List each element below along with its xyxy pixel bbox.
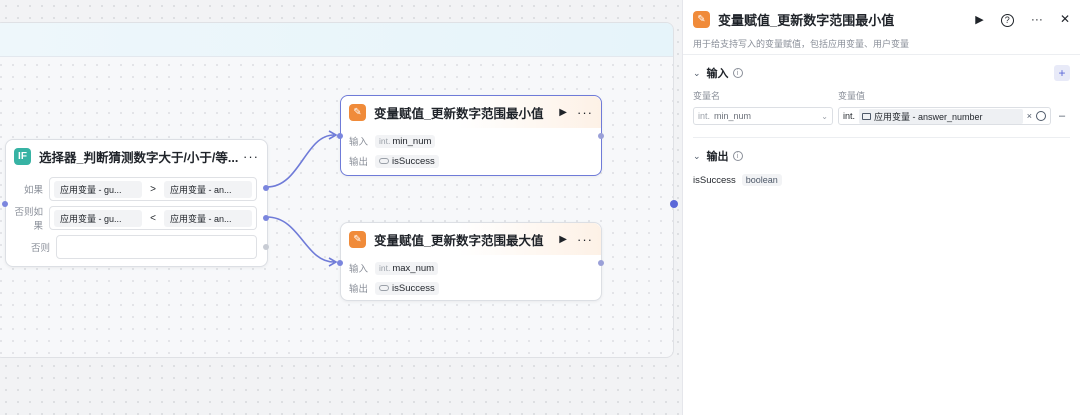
boolean-icon	[379, 158, 389, 164]
type-tag: int.	[843, 111, 856, 121]
condition-left: 应用变量 - gu...	[54, 209, 142, 227]
more-icon[interactable]: ···	[577, 232, 593, 247]
chevron-down-icon[interactable]: ⌄	[693, 151, 701, 162]
if-port[interactable]	[263, 185, 269, 191]
min-output-row: 输出 isSuccess	[341, 151, 601, 171]
edge-if-to-min	[266, 134, 335, 188]
remove-row-icon[interactable]: –	[1059, 110, 1065, 122]
input-section-title: 输入	[706, 68, 729, 80]
variable-assign-icon: ✎	[349, 103, 366, 121]
min-node-title: 变量赋值_更新数字范围最小值	[374, 106, 544, 121]
output-name: isSuccess	[392, 282, 435, 294]
input-name: max_num	[392, 262, 435, 274]
node-config-panel: ✎ 变量赋值_更新数字范围最小值 ▶ ? ··· ✕ 用于给支持写入的变量赋值，…	[682, 0, 1080, 415]
condition-row-elseif: 否则如果 应用变量 - gu... < 应用变量 - an...	[6, 206, 267, 232]
add-variable-button[interactable]: +	[1054, 65, 1070, 81]
column-header-value: 变量值	[838, 91, 866, 101]
variable-name-value: min_num	[714, 111, 752, 121]
max-input-port[interactable]	[337, 260, 343, 266]
variable-name-select[interactable]: int. min_num ⌄	[693, 107, 833, 125]
output-label: 输出	[349, 157, 369, 168]
play-icon[interactable]: ▶	[975, 13, 983, 26]
output-chip: isSuccess	[375, 154, 439, 168]
condition-right: 应用变量 - an...	[164, 209, 252, 227]
if-node-header: IF 选择器_判断猜测数字大于/小于/等... ···	[6, 140, 267, 172]
assign-min-node[interactable]: ✎ 变量赋值_更新数字范围最小值 ▶ ··· 输入 int. min_num 输…	[337, 95, 604, 176]
clear-icon[interactable]: ×	[1027, 111, 1032, 121]
help-icon[interactable]: ?	[1000, 13, 1014, 27]
output-name: isSuccess	[392, 155, 435, 167]
max-node-title: 变量赋值_更新数字范围最大值	[374, 233, 544, 248]
input-label: 输入	[349, 137, 369, 148]
condition-left: 应用变量 - gu...	[54, 180, 142, 198]
assign-max-node[interactable]: ✎ 变量赋值_更新数字范围最大值 ▶ ··· 输入 int. max_num 输…	[337, 222, 604, 301]
output-section-title: 输出	[706, 151, 729, 163]
variable-assign-icon: ✎	[349, 230, 366, 248]
panel-title: 变量赋值_更新数字范围最小值	[718, 12, 895, 28]
info-icon[interactable]: i	[732, 151, 743, 161]
type-tag: int.	[379, 136, 391, 146]
else-port[interactable]	[263, 244, 269, 250]
variable-value-field[interactable]: int. 应用变量 - answer_number ×	[838, 107, 1051, 125]
info-icon[interactable]: i	[732, 68, 743, 78]
max-node-header: ✎ 变量赋值_更新数字范围最大值 ▶ ···	[341, 223, 601, 255]
condition-operator: <	[150, 212, 156, 224]
elseif-port[interactable]	[263, 215, 269, 221]
folder-icon	[862, 112, 872, 120]
close-icon[interactable]: ✕	[1060, 12, 1070, 26]
variable-picker-icon[interactable]	[1036, 111, 1046, 121]
variable-ref-chip: 应用变量 - answer_number	[859, 108, 1023, 124]
condition-row-else: 否则	[6, 235, 267, 259]
if-input-port[interactable]	[2, 201, 8, 207]
max-output-row: 输出 isSuccess	[341, 278, 601, 298]
condition-right: 应用变量 - an...	[164, 180, 252, 198]
more-icon[interactable]: ···	[1031, 12, 1043, 26]
if-node-title: 选择器_判断猜测数字大于/小于/等...	[39, 150, 239, 165]
panel-header: ✎ 变量赋值_更新数字范围最小值 ▶ ? ··· ✕ 用于给支持写入的变量赋值，…	[683, 0, 1080, 55]
output-var-type: boolean	[741, 174, 782, 186]
condition-label: 如果	[23, 185, 43, 196]
condition-box[interactable]: 应用变量 - gu... > 应用变量 - an...	[49, 177, 257, 201]
chevron-down-icon[interactable]: ⌄	[693, 68, 701, 79]
edge-elseif-to-max	[266, 216, 335, 263]
input-chip: int. max_num	[375, 261, 439, 275]
boolean-icon	[379, 285, 389, 291]
play-icon[interactable]: ▶	[559, 107, 567, 118]
output-chip: isSuccess	[375, 281, 439, 295]
variable-assign-icon: ✎	[693, 10, 710, 28]
output-section: ⌄ 输出 i isSuccess boolean	[683, 138, 1080, 186]
column-header-name: 变量名	[693, 91, 721, 101]
condition-label: 否则	[30, 243, 50, 254]
panel-description: 用于给支持写入的变量赋值，包括应用变量、用户变量	[693, 39, 910, 49]
type-tag: int.	[379, 263, 391, 273]
input-section: ⌄ 输入 i + 变量名 变量值 int. min_num ⌄ int. 应用变…	[683, 55, 1080, 138]
output-variable-row: isSuccess boolean	[693, 174, 1070, 186]
max-output-port[interactable]	[598, 260, 604, 266]
condition-row-if: 如果 应用变量 - gu... > 应用变量 - an...	[6, 177, 267, 201]
min-input-row: 输入 int. min_num	[341, 131, 601, 151]
if-selector-icon: IF	[14, 147, 31, 165]
variable-ref-text: 应用变量 - answer_number	[874, 111, 983, 122]
input-chip: int. min_num	[375, 134, 436, 148]
output-label: 输出	[349, 284, 369, 295]
min-input-port[interactable]	[337, 133, 343, 139]
input-label: 输入	[349, 264, 369, 275]
condition-box[interactable]: 应用变量 - gu... < 应用变量 - an...	[49, 206, 257, 230]
condition-box-empty[interactable]	[56, 235, 257, 259]
input-variable-row: int. min_num ⌄ int. 应用变量 - answer_number…	[693, 107, 1070, 125]
min-output-port[interactable]	[598, 133, 604, 139]
condition-label: 否则如果	[14, 207, 43, 232]
more-icon[interactable]: ···	[577, 105, 593, 120]
play-icon[interactable]: ▶	[559, 234, 567, 245]
condition-operator: >	[150, 183, 156, 195]
type-tag: int.	[698, 111, 711, 121]
input-name: min_num	[392, 135, 432, 147]
output-var-name: isSuccess	[693, 174, 736, 186]
max-input-row: 输入 int. max_num	[341, 258, 601, 278]
min-node-header: ✎ 变量赋值_更新数字范围最小值 ▶ ···	[341, 96, 601, 128]
if-selector-node[interactable]: IF 选择器_判断猜测数字大于/小于/等... ··· 如果 应用变量 - gu…	[2, 139, 269, 267]
chevron-down-icon: ⌄	[821, 111, 828, 121]
more-icon[interactable]: ···	[243, 149, 259, 164]
